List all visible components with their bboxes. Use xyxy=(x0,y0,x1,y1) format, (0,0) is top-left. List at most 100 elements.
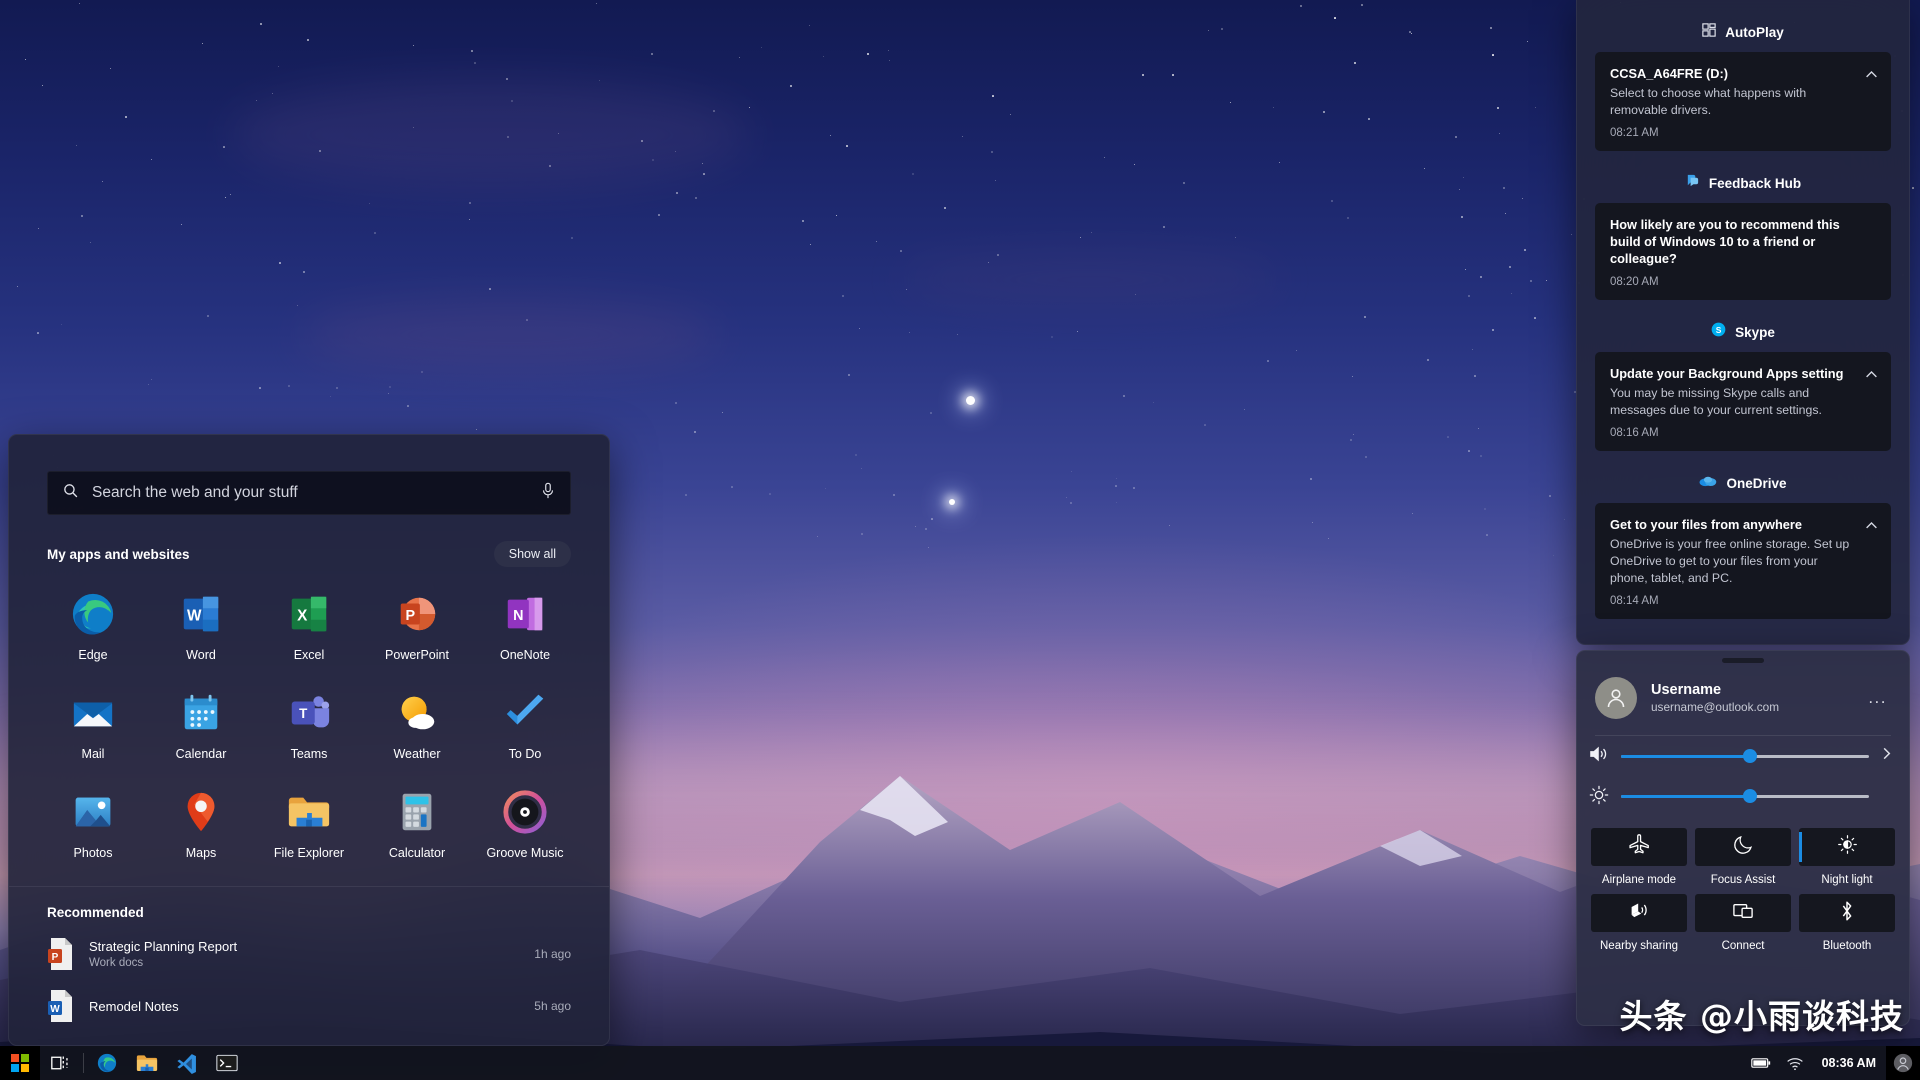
notification-card[interactable]: Update your Background Apps setting You m… xyxy=(1595,352,1891,452)
quick-tile-nearby-sharing[interactable]: Nearby sharing xyxy=(1591,894,1687,952)
notification-time: 08:16 AM xyxy=(1610,427,1659,440)
chevron-up-icon[interactable] xyxy=(1864,367,1879,382)
star xyxy=(259,387,261,389)
quick-tile-connect[interactable]: Connect xyxy=(1695,894,1791,952)
chevron-up-icon[interactable] xyxy=(1864,67,1879,82)
quick-tile-button[interactable] xyxy=(1799,828,1895,866)
app-tile-word[interactable]: W Word xyxy=(147,579,255,672)
app-tile-calculator[interactable]: Calculator xyxy=(363,777,471,870)
recommended-item[interactable]: W Remodel Notes 5h ago xyxy=(35,980,583,1032)
notification-card[interactable]: How likely are you to recommend this bui… xyxy=(1595,203,1891,301)
taskbar-clock[interactable]: 08:36 AM xyxy=(1812,1056,1886,1070)
taskbar-item-terminal[interactable] xyxy=(207,1046,247,1080)
app-tile-powerpoint[interactable]: P PowerPoint xyxy=(363,579,471,672)
app-tile-groove-music[interactable]: Groove Music xyxy=(471,777,579,870)
app-tile-weather[interactable]: Weather xyxy=(363,678,471,771)
chevron-right-icon[interactable] xyxy=(1879,746,1897,766)
star xyxy=(761,47,762,48)
app-tile-to-do[interactable]: To Do xyxy=(471,678,579,771)
taskbar-item-edge[interactable] xyxy=(87,1046,127,1080)
search-input[interactable]: Search the web and your stuff xyxy=(47,471,571,515)
star xyxy=(202,43,203,44)
app-tile-label: Weather xyxy=(393,747,441,761)
brightness-icon xyxy=(1589,785,1611,807)
account-more-button[interactable]: ... xyxy=(1864,688,1891,708)
volume-slider[interactable] xyxy=(1621,749,1869,763)
taskbar-account-button[interactable] xyxy=(1886,1046,1920,1080)
taskbar-item-vscode[interactable] xyxy=(167,1046,207,1080)
quick-tile-airplane-mode[interactable]: Airplane mode xyxy=(1591,828,1687,886)
star xyxy=(225,197,226,198)
taskbar-tray: 08:36 AM xyxy=(1744,1046,1920,1080)
star xyxy=(1447,436,1449,438)
app-tile-label: Calendar xyxy=(175,747,227,761)
brightness-slider[interactable] xyxy=(1621,789,1869,803)
apps-section-header: My apps and websites Show all xyxy=(47,541,571,567)
star xyxy=(995,180,996,181)
app-tile-mail[interactable]: Mail xyxy=(39,678,147,771)
wifi-icon[interactable] xyxy=(1778,1046,1812,1080)
star xyxy=(769,493,771,495)
star xyxy=(1368,118,1370,120)
star xyxy=(1133,487,1135,489)
app-tile-photos[interactable]: Photos xyxy=(39,777,147,870)
quick-tile-focus-assist[interactable]: Focus Assist xyxy=(1695,828,1791,886)
quick-tile-button[interactable] xyxy=(1695,894,1791,932)
show-all-button[interactable]: Show all xyxy=(493,541,571,567)
star xyxy=(1472,349,1473,350)
file-explorer-icon xyxy=(286,789,332,835)
app-tile-onenote[interactable]: N OneNote xyxy=(471,579,579,672)
quick-tile-label: Connect xyxy=(1721,940,1765,952)
app-tile-file-explorer[interactable]: File Explorer xyxy=(255,777,363,870)
star xyxy=(388,393,389,394)
quick-action-tiles: Airplane mode Focus Assist Night light Near… xyxy=(1577,816,1909,952)
brightness-slider-row xyxy=(1577,776,1909,816)
battery-icon[interactable] xyxy=(1744,1046,1778,1080)
star xyxy=(413,45,414,46)
quick-tile-button[interactable] xyxy=(1695,828,1791,866)
account-row[interactable]: Username username@outlook.com ... xyxy=(1577,663,1909,735)
star xyxy=(731,486,733,488)
star xyxy=(1412,513,1413,514)
star xyxy=(1077,331,1078,332)
app-tile-maps[interactable]: Maps xyxy=(147,777,255,870)
recommended-item[interactable]: P Strategic Planning Report Work docs 1h ag… xyxy=(35,928,583,980)
notification-card[interactable]: CCSA_A64FRE (D:) Select to choose what ha… xyxy=(1595,52,1891,152)
apps-section-title: My apps and websites xyxy=(47,546,190,562)
quick-tile-button[interactable] xyxy=(1799,894,1895,932)
chevron-up-icon[interactable] xyxy=(1864,518,1879,533)
taskbar-item-file-explorer[interactable] xyxy=(127,1046,167,1080)
onedrive-icon xyxy=(1699,474,1717,492)
notification-card[interactable]: Get to your files from anywhere OneDrive … xyxy=(1595,503,1891,620)
onenote-icon: N xyxy=(502,591,548,637)
recommended-item-time: 5h ago xyxy=(534,999,571,1013)
app-tile-label: Groove Music xyxy=(486,846,564,860)
notification-group-app-name: Skype xyxy=(1735,324,1775,340)
app-tile-teams[interactable]: T Teams xyxy=(255,678,363,771)
task-view-button[interactable] xyxy=(40,1046,80,1080)
star xyxy=(469,202,471,204)
quick-tile-label: Nearby sharing xyxy=(1600,940,1678,952)
star xyxy=(474,62,476,64)
app-tile-label: OneNote xyxy=(499,648,551,662)
microphone-icon[interactable] xyxy=(540,482,556,505)
word-icon: W xyxy=(178,591,224,637)
star xyxy=(1279,162,1280,163)
star xyxy=(1468,295,1470,297)
quick-tile-button[interactable] xyxy=(1591,894,1687,932)
excel-icon: X xyxy=(286,591,332,637)
account-email: username@outlook.com xyxy=(1651,700,1780,714)
star xyxy=(1273,107,1274,108)
star xyxy=(931,518,933,520)
recommended-title: Recommended xyxy=(47,905,144,920)
start-button[interactable] xyxy=(0,1046,40,1080)
quick-tile-night-light[interactable]: Night light xyxy=(1799,828,1895,886)
vscode-icon xyxy=(177,1054,196,1074)
app-tile-edge[interactable]: Edge xyxy=(39,579,147,672)
app-tile-calendar[interactable]: Calendar xyxy=(147,678,255,771)
account-name: Username xyxy=(1651,682,1722,698)
star xyxy=(596,3,597,4)
quick-tile-button[interactable] xyxy=(1591,828,1687,866)
app-tile-excel[interactable]: X Excel xyxy=(255,579,363,672)
quick-tile-bluetooth[interactable]: Bluetooth xyxy=(1799,894,1895,952)
